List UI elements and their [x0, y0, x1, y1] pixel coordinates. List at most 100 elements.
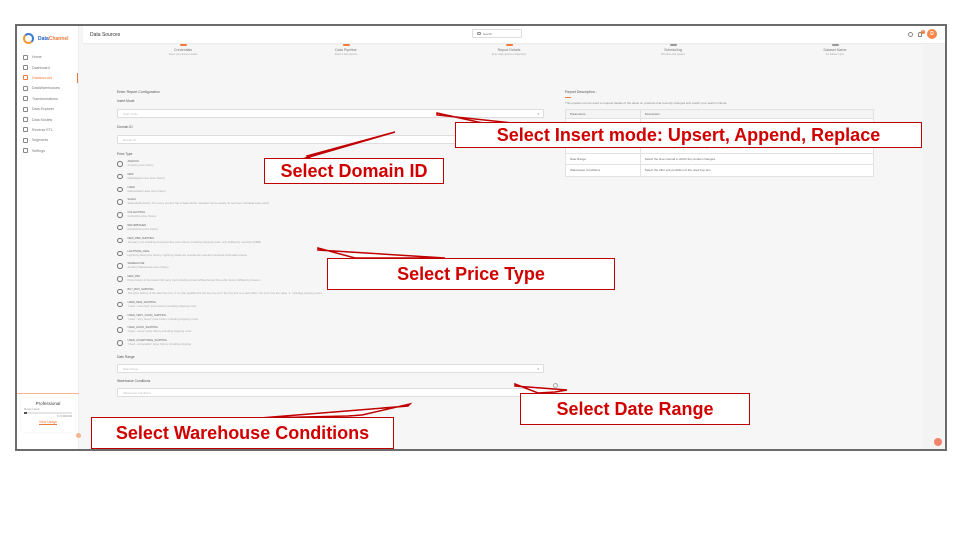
step-marker [342, 44, 350, 46]
option-desc: Refurbished price history [127, 226, 159, 231]
chevron-down-icon: ▾ [537, 112, 539, 116]
logo[interactable]: DataChannel [17, 26, 78, 50]
date-range-select[interactable]: Date Range ▾ [117, 363, 544, 373]
plan-divider [17, 393, 79, 394]
radio-button[interactable] [117, 327, 123, 333]
price-type-option[interactable]: NEW_FBM_SHIPPING 3rd party (not including… [117, 237, 547, 250]
explorer-icon [23, 106, 28, 112]
step-sub: Set dataset name [825, 52, 845, 56]
price-type-option[interactable]: SALES Sales Rank history. Not every produ… [117, 198, 547, 211]
radio-button[interactable] [117, 288, 123, 295]
option-text: BUY_BOX_SHIPPING The price history of the… [128, 288, 323, 295]
warehouse-conditions-label: Warehouse Conditions [117, 378, 151, 383]
step-data-pipeline[interactable]: Data Pipeline Select a data pipeline [286, 44, 406, 56]
sidebar-item-label: Dashboard [32, 65, 50, 70]
radio-button[interactable] [117, 276, 123, 282]
radio-button[interactable] [117, 173, 123, 180]
radio-button[interactable] [117, 250, 123, 257]
sidebar-item-datasources[interactable]: Datasources [17, 72, 78, 84]
option-text: LIGHTNING_DEAL Lightning Deal price histo… [128, 250, 247, 257]
option-text: USED Marketplace Used price history [128, 186, 166, 193]
radio-button[interactable] [117, 263, 123, 269]
option-text: USED_ACCEPTABLE_SHIPPING "Used - Acceptab… [128, 339, 192, 346]
step-label: Credentials [173, 47, 193, 52]
price-type-option[interactable]: USED_ACCEPTABLE_SHIPPING "Used - Acceptab… [117, 339, 547, 352]
avatar[interactable]: D [927, 29, 937, 39]
sidebar-item-datawarehouses[interactable]: DataWarehouses [17, 83, 78, 93]
sidebar-item-segments[interactable]: Segments [17, 135, 78, 145]
search-input[interactable] [482, 31, 519, 36]
sidebar-item-dashboard[interactable]: Dashboard [17, 62, 78, 72]
radio-button[interactable] [117, 186, 123, 193]
step-sub: Schedule data pipeline [660, 52, 686, 56]
help-icon[interactable] [908, 31, 913, 37]
radio-button[interactable] [117, 161, 123, 167]
search-icon [477, 31, 481, 36]
price-type-option[interactable]: USED_GOOD_SHIPPING "Used - Good" price hi… [117, 326, 547, 339]
price-type-option[interactable]: COLLECTIBLE Collectible price history [117, 211, 547, 224]
page-title: Data Sources [90, 31, 121, 38]
option-text: WAREHOUSE Amazon Warehouse price history [128, 262, 169, 269]
table-row: Date Range Select the time interval in wh… [565, 152, 875, 165]
option-text: SALES Sales Rank history. Not every produ… [128, 198, 270, 205]
sidebar-item-settings[interactable]: Settings [17, 146, 78, 156]
insert-mode-label: Insert Mode [117, 99, 135, 103]
step-report-details[interactable]: Report Details Enter data pipeline config… [449, 44, 569, 56]
sidebar-item-transformations[interactable]: Transformations [17, 94, 78, 104]
price-type-option[interactable]: USED_NEW_SHIPPING "Used - Like New" price… [117, 301, 547, 314]
warehouse-conditions-placeholder: Warehouse Conditions [123, 390, 152, 395]
warehouse-conditions-select[interactable]: Warehouse Conditions [117, 387, 544, 397]
option-desc: Marketplace Used price history [127, 188, 166, 193]
collapse-sidebar-button[interactable] [76, 433, 81, 438]
view-usage-link[interactable]: View Usage [24, 420, 72, 424]
sidebar-item-data-models[interactable]: Data Models [17, 114, 78, 124]
scrollbar[interactable] [923, 44, 945, 449]
radio-button[interactable] [117, 237, 123, 244]
wizard-stepper: Credentials Select your account details D… [83, 44, 945, 60]
column-header: Parameters [565, 109, 641, 119]
option-text: USED_VERY_GOOD_SHIPPING "Used - Very Good… [128, 314, 198, 321]
section-title: Enter Report Configuration [117, 90, 160, 94]
chevron-down-icon: ▾ [537, 366, 539, 371]
radio-button[interactable] [117, 340, 123, 346]
option-text: AMAZON Amazon price history [128, 160, 154, 167]
option-desc: Price history of the lowest 3rd party (n… [127, 278, 261, 283]
option-desc: Amazon Warehouse price history [127, 265, 169, 270]
price-type-option[interactable]: USED Marketplace Used price history [117, 186, 547, 199]
price-type-option[interactable]: USED_VERY_GOOD_SHIPPING "Used - Very Good… [117, 314, 547, 327]
step-scheduling[interactable]: Scheduling Schedule data pipeline [613, 44, 733, 56]
radio-button[interactable] [117, 301, 123, 308]
price-type-label: Price Type [117, 152, 133, 156]
callout-price-type: Select Price Type [327, 258, 615, 290]
callout-warehouse-conditions: Select Warehouse Conditions [91, 417, 394, 449]
option-desc: Amazon price history [127, 163, 154, 167]
parameter-cell: Warehouse Conditions [565, 164, 641, 177]
radio-button[interactable] [117, 199, 123, 205]
date-range-placeholder: Date Range [123, 366, 138, 371]
table-header-row: Parameters Description [565, 109, 875, 119]
brand-part-a: Data [38, 35, 49, 42]
info-icon[interactable] [553, 383, 558, 388]
table-row: Warehouse Conditions Select the offer sub… [565, 164, 875, 177]
radio-button[interactable] [117, 212, 123, 218]
search-box[interactable] [472, 29, 522, 38]
step-credentials[interactable]: Credentials Select your account details [123, 44, 243, 56]
option-desc: Collectible price history [127, 214, 157, 219]
insert-mode-select[interactable]: Insert mode ▾ [117, 109, 544, 118]
chat-icon[interactable] [934, 438, 942, 446]
option-desc: 3rd party (not including Amazon) New pri… [127, 239, 262, 244]
sidebar-item-label: Settings [32, 148, 45, 153]
radio-button[interactable] [117, 224, 123, 231]
sidebar-item-reverse-etl[interactable]: Reverse ETL [17, 125, 78, 135]
radio-button[interactable] [117, 314, 123, 321]
sidebar-item-home[interactable]: Home [17, 52, 78, 62]
bell-icon[interactable]: 1 [918, 29, 925, 37]
price-type-radio-group: AMAZON Amazon price history NEW Marketplace… [117, 160, 547, 352]
sidebar-item-data-explorer[interactable]: Data Explorer [17, 104, 78, 114]
step-marker [831, 44, 839, 46]
price-type-option[interactable]: REFURBISHED Refurbished price history [117, 224, 547, 237]
home-icon [23, 54, 28, 60]
description-title: Report Description - [565, 90, 597, 94]
topbar-actions: 1 D [908, 29, 937, 39]
step-dataset-name[interactable]: Dataset Name Set dataset name [775, 44, 895, 56]
